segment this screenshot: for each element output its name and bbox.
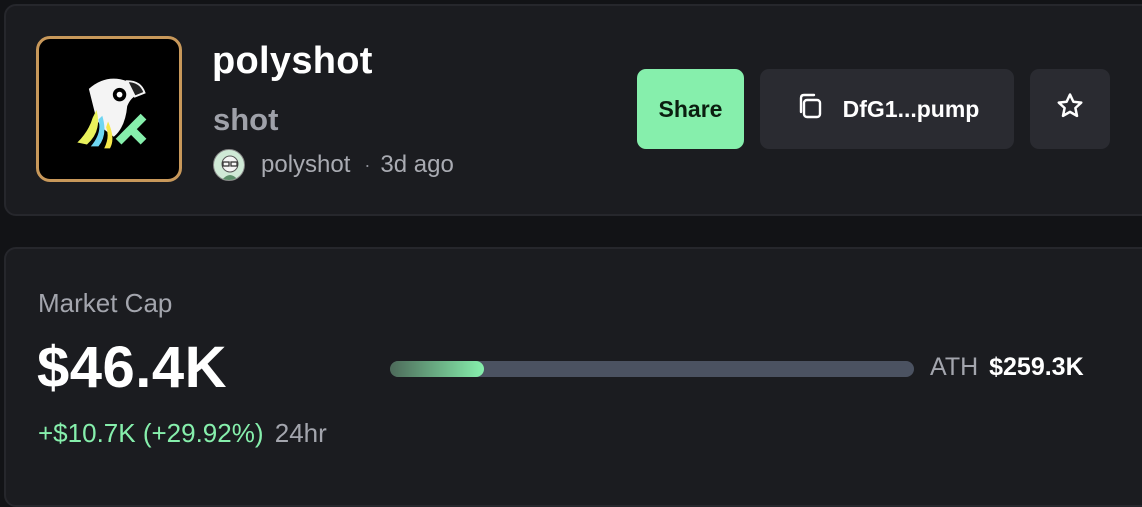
creator-row: polyshot · 3d ago (213, 148, 454, 182)
market-cap-change: +$10.7K (+29.92%) (38, 418, 264, 448)
share-button[interactable]: Share (637, 69, 744, 149)
favorite-button[interactable] (1030, 69, 1110, 149)
ath-progress-fill (390, 361, 485, 377)
star-icon (1055, 91, 1085, 127)
token-name: polyshot (212, 40, 373, 82)
copy-address-button[interactable]: DfG1...pump (760, 69, 1014, 149)
token-ticker: shot (213, 102, 279, 137)
token-age: 3d ago (380, 151, 454, 178)
ath-value: $259.3K (989, 353, 1084, 381)
market-cap-label: Market Cap (38, 288, 173, 318)
copy-icon (795, 91, 843, 127)
change-period: 24hr (274, 418, 327, 448)
creator-name[interactable]: polyshot (261, 151, 350, 179)
market-cap-change-row: +$10.7K (+29.92%) 24hr (38, 418, 327, 449)
creator-avatar-icon[interactable] (213, 149, 245, 181)
market-cap-value: $46.4K (37, 335, 228, 400)
contract-address: DfG1...pump (842, 95, 980, 122)
token-image[interactable] (36, 36, 182, 182)
share-button-label: Share (658, 95, 723, 122)
separator-dot: · (364, 154, 371, 175)
ath-row: ATH $259.3K (930, 353, 1084, 382)
ath-label: ATH (930, 353, 979, 381)
ath-progress-bar (390, 361, 914, 377)
